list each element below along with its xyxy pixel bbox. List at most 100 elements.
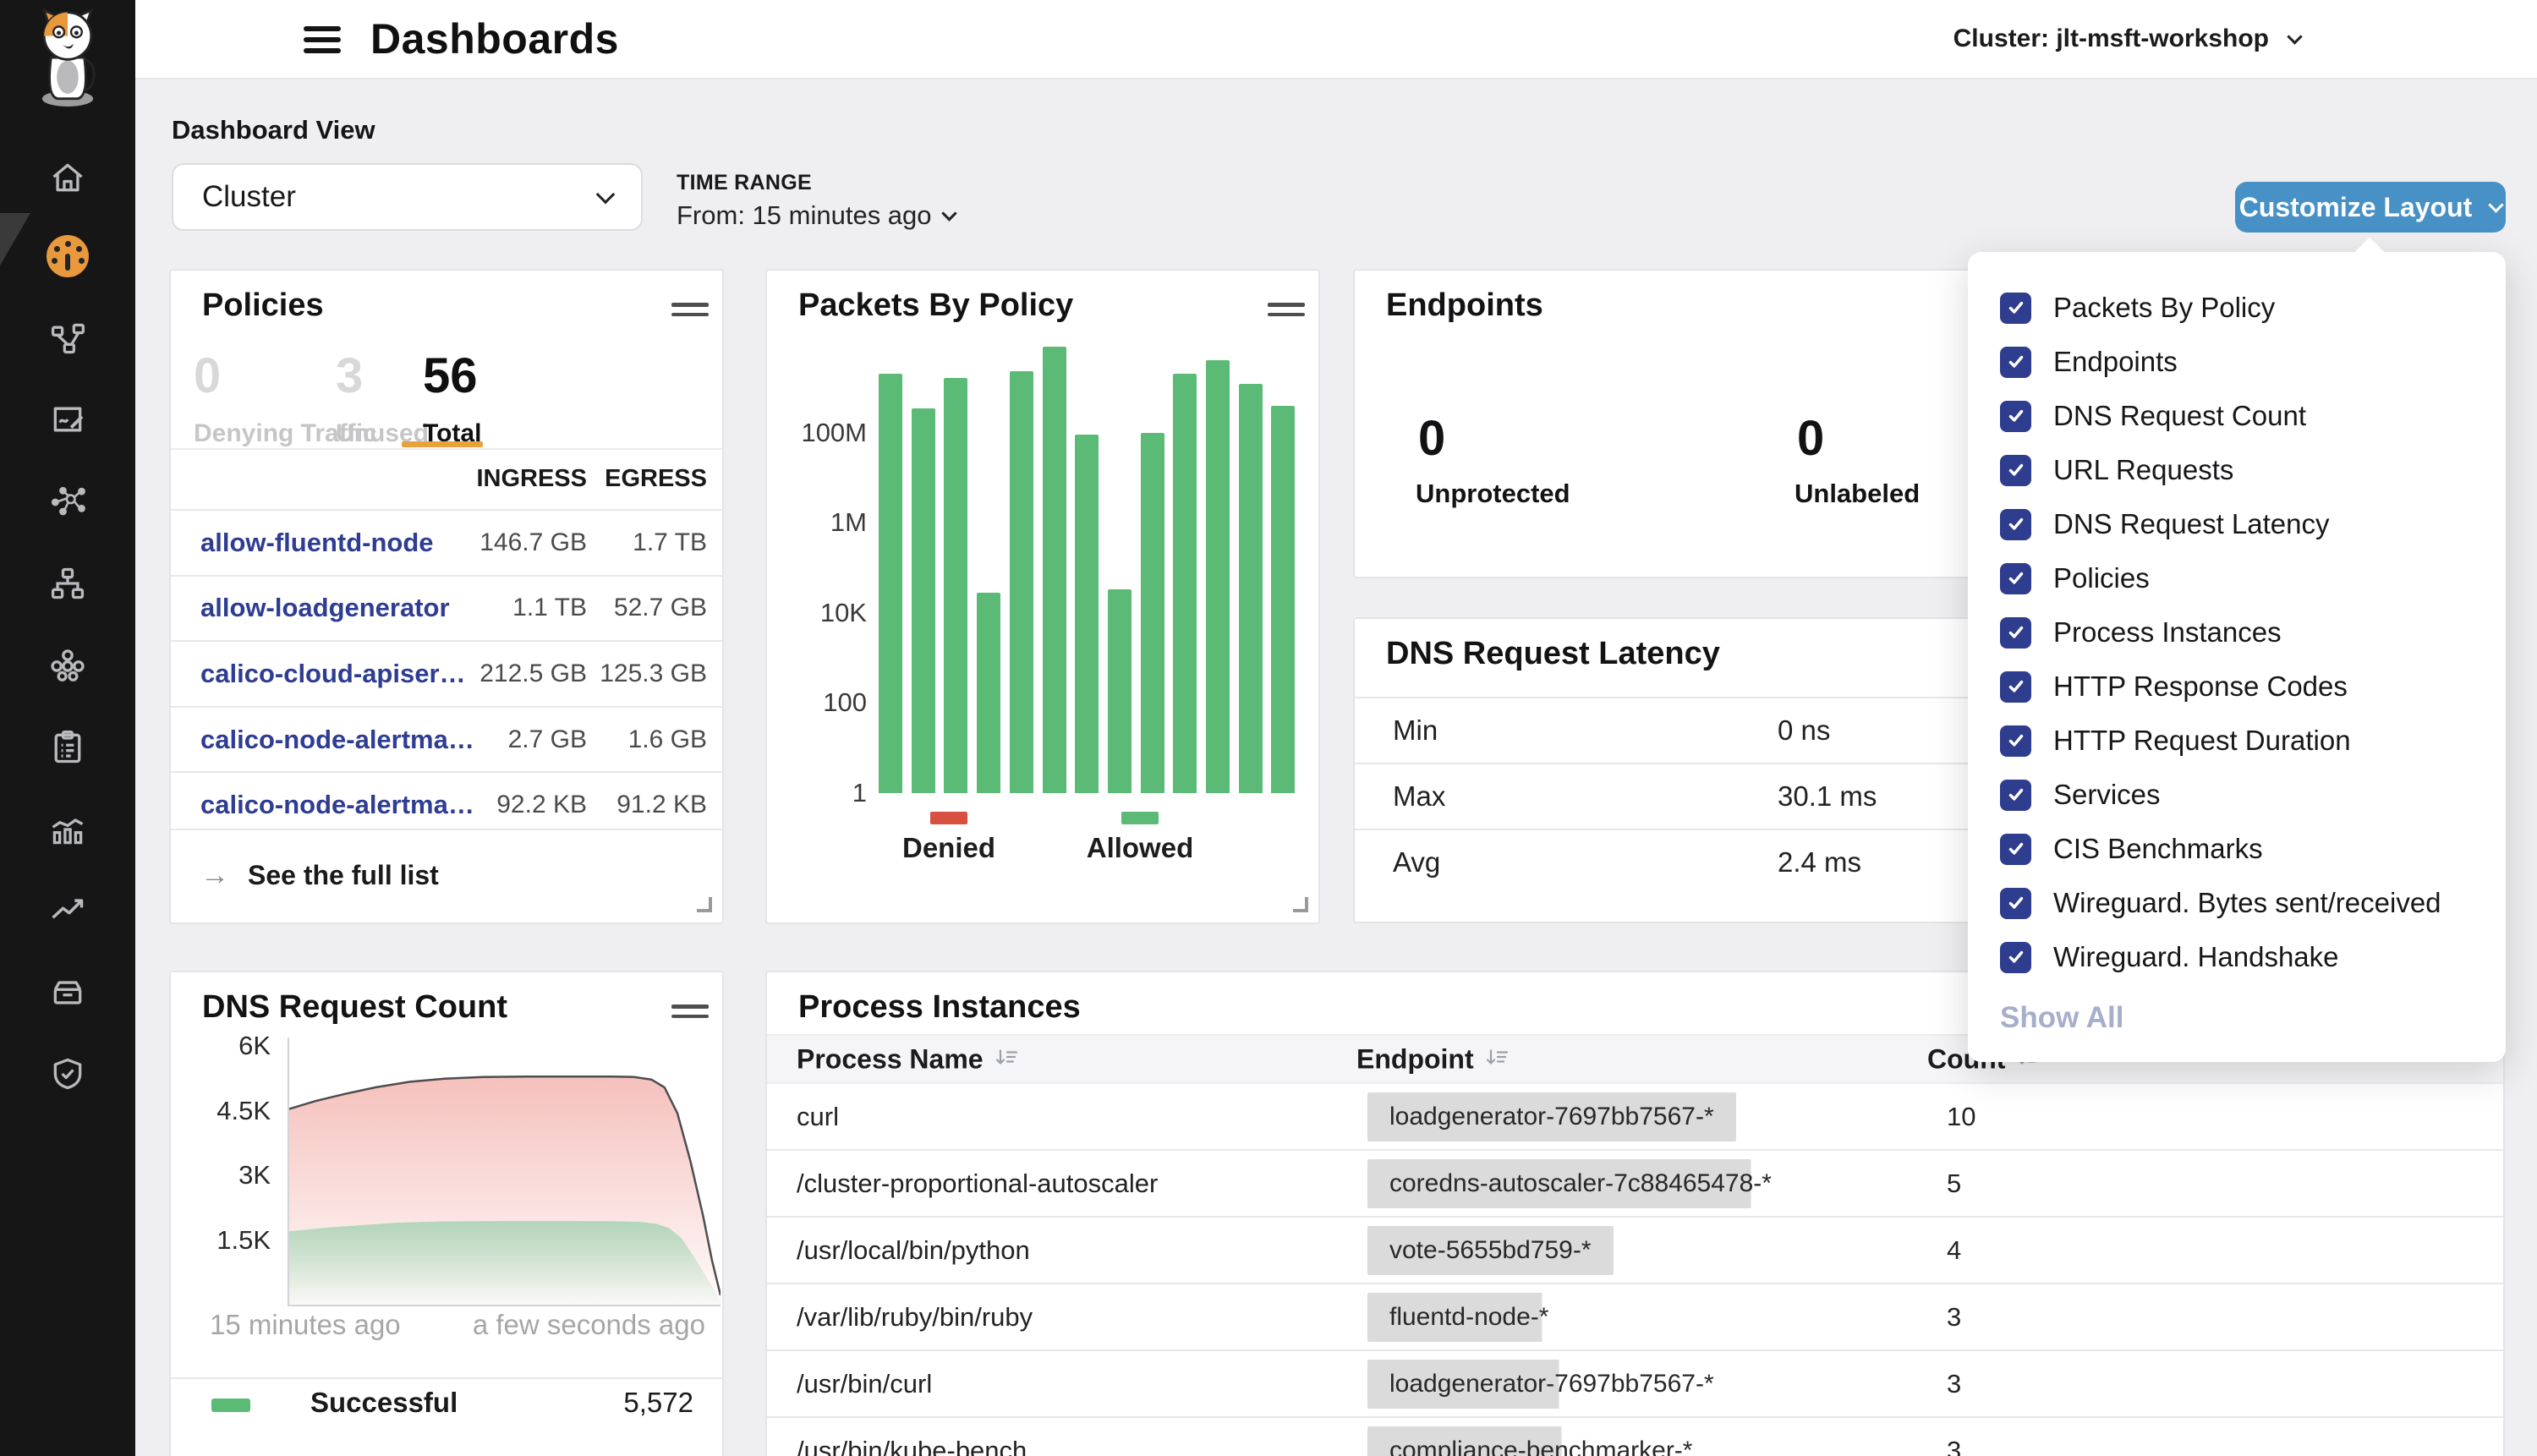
column-header-endpoint[interactable]: Endpoint [1356,1043,1510,1075]
menu-item-dns-request-count[interactable]: DNS Request Count [1968,389,2506,443]
legend-swatch-allowed[interactable] [1121,812,1159,824]
endpoint-chip[interactable]: compliance-benchmarker-* [1367,1426,1714,1456]
checkbox-checked-icon[interactable] [2000,347,2031,378]
menu-item-cis-benchmarks[interactable]: CIS Benchmarks [1968,822,2506,876]
network-graph-icon[interactable] [0,477,135,528]
bar-allowed[interactable] [1239,384,1263,793]
drag-handle-icon[interactable] [1268,303,1305,322]
bar-allowed[interactable] [1108,589,1132,793]
checkbox-checked-icon[interactable] [2000,509,2031,540]
checkbox-checked-icon[interactable] [2000,942,2031,973]
column-header-egress[interactable]: EGRESS [605,465,707,493]
dashboard-app: Dashboards Cluster: jlt-msft-workshop Da… [0,0,2537,1456]
policy-name-link[interactable]: allow-fluentd-node [200,528,434,558]
see-full-list-link[interactable]: → See the full list [200,859,722,892]
menu-item-wireguard-handshake[interactable]: Wireguard. Handshake [1968,930,2506,984]
checkbox-checked-icon[interactable] [2000,455,2031,486]
menu-item-url-requests[interactable]: URL Requests [1968,443,2506,497]
flow-tree-icon[interactable] [0,558,135,609]
policy-stat-unused[interactable]: 3Unused [336,352,429,448]
dashboard-gauge-icon[interactable] [0,231,135,282]
checkbox-checked-icon[interactable] [2000,563,2031,594]
legend-label-allowed[interactable]: Allowed [1077,832,1203,864]
menu-item-label: DNS Request Latency [2053,508,2330,540]
checkbox-checked-icon[interactable] [2000,725,2031,757]
active-tab-indicator [402,441,483,447]
policy-name-link[interactable]: calico-node-alertmana… [200,790,479,820]
checkbox-checked-icon[interactable] [2000,401,2031,432]
menu-item-packets-by-policy[interactable]: Packets By Policy [1968,281,2506,335]
checkbox-checked-icon[interactable] [2000,780,2031,811]
column-header-ingress[interactable]: INGRESS [476,465,587,493]
sort-icon[interactable] [1484,1043,1510,1075]
legend-label-denied[interactable]: Denied [885,832,1012,864]
hamburger-menu-icon[interactable] [304,26,341,53]
bar-allowed[interactable] [1141,433,1164,793]
cat-logo[interactable] [19,8,117,110]
cluster-selector[interactable]: Cluster: jlt-msft-workshop [1953,0,2300,78]
time-range-label: TIME RANGE [677,171,955,195]
endpoint-chip[interactable]: vote-5655bd759-* [1367,1226,1614,1275]
dashboard-view-select[interactable]: Cluster [172,163,643,231]
y-tick-label: 4.5K [195,1096,271,1126]
bar-allowed[interactable] [912,408,935,793]
checkbox-checked-icon[interactable] [2000,293,2031,324]
menu-item-services[interactable]: Services [1968,768,2506,822]
checkbox-checked-icon[interactable] [2000,671,2031,703]
shield-check-icon[interactable] [0,1048,135,1099]
bar-allowed[interactable] [1206,360,1230,793]
policy-name-link[interactable]: calico-node-alertmana… [200,725,479,755]
menu-item-policies[interactable]: Policies [1968,551,2506,605]
bar-allowed[interactable] [977,593,1000,793]
table-row: allow-loadgenerator1.1 TB52.7 GB [171,575,722,641]
endpoint-chip[interactable]: loadgenerator-7697bb7567-* [1367,1092,1736,1141]
bar-allowed[interactable] [1010,371,1033,793]
storage-box-icon[interactable] [0,967,135,1018]
time-range-value[interactable]: From: 15 minutes ago [677,200,955,231]
menu-item-endpoints[interactable]: Endpoints [1968,335,2506,389]
activity-chart-icon[interactable] [0,804,135,855]
compliance-clipboard-icon[interactable] [0,722,135,773]
menu-item-process-instances[interactable]: Process Instances [1968,605,2506,660]
endpoint-chip[interactable]: fluentd-node-* [1367,1293,1570,1342]
endpoint-chip[interactable]: coredns-autoscaler-7c88465478-* [1367,1159,1794,1208]
menu-item-dns-request-latency[interactable]: DNS Request Latency [1968,497,2506,551]
table-row: /usr/bin/curlloadgenerator-7697bb7567-*3 [767,1349,2503,1416]
menu-item-http-response-codes[interactable]: HTTP Response Codes [1968,660,2506,714]
bar-allowed[interactable] [1043,347,1066,793]
arrow-right-icon: → [200,859,229,892]
drag-handle-icon[interactable] [671,1004,709,1024]
bar-allowed[interactable] [1173,374,1197,793]
drag-handle-icon[interactable] [671,303,709,322]
policy-edit-icon[interactable] [0,394,135,445]
resize-handle-icon[interactable] [697,897,712,912]
policy-name-link[interactable]: calico-cloud-apiserver-… [200,659,479,689]
bar-allowed[interactable] [1271,406,1295,793]
trend-icon[interactable] [0,885,135,936]
endpoints-cluster-icon[interactable] [0,640,135,691]
table-row: /cluster-proportional-autoscalercoredns-… [767,1149,2503,1216]
policy-stat-total[interactable]: 56Total [423,352,481,448]
checkbox-checked-icon[interactable] [2000,834,2031,865]
bar-allowed[interactable] [879,374,902,793]
home-icon[interactable] [0,152,135,203]
process-name-cell: /usr/local/bin/python [797,1235,1030,1266]
endpoint-chip[interactable]: loadgenerator-7697bb7567-* [1367,1360,1736,1409]
sort-icon[interactable] [994,1043,1019,1075]
unlabeled-label: Unlabeled [1795,479,1920,509]
menu-item-http-request-duration[interactable]: HTTP Request Duration [1968,714,2506,768]
checkbox-checked-icon[interactable] [2000,617,2031,649]
bar-allowed[interactable] [944,378,967,793]
legend-swatch-denied[interactable] [930,812,967,824]
customize-layout-button[interactable]: Customize Layout [2235,182,2506,233]
column-header-process-name[interactable]: Process Name [797,1043,1019,1075]
policy-name-link[interactable]: allow-loadgenerator [200,593,450,623]
checkbox-checked-icon[interactable] [2000,888,2031,919]
show-all-link[interactable]: Show All [2000,1001,2506,1035]
menu-item-wireguard-bytes-sent-received[interactable]: Wireguard. Bytes sent/received [1968,876,2506,930]
resize-handle-icon[interactable] [1293,897,1308,912]
process-name-cell: /var/lib/ruby/bin/ruby [797,1302,1033,1333]
service-graph-icon[interactable] [0,313,135,364]
bar-allowed[interactable] [1075,435,1099,793]
x-axis-label-start: 15 minutes ago [210,1309,401,1341]
